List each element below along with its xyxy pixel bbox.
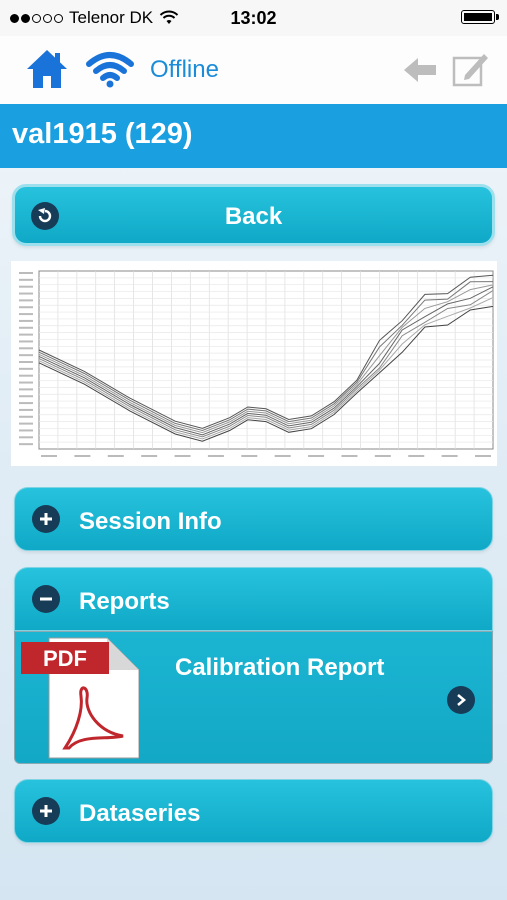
y-tick-label — [19, 443, 33, 446]
section-dataseries[interactable]: Dataseries — [14, 779, 493, 843]
minus-icon — [32, 585, 60, 613]
y-tick-label — [19, 429, 33, 432]
y-tick-label — [19, 367, 33, 370]
y-tick-label — [19, 354, 33, 357]
x-tick-label — [207, 455, 224, 457]
clock: 13:02 — [230, 8, 277, 28]
x-tick-label — [274, 455, 291, 457]
y-tick-label — [19, 278, 33, 281]
y-tick-label — [19, 402, 33, 405]
y-tick-label — [19, 388, 33, 391]
x-tick-label — [41, 455, 57, 457]
back-arrow-icon[interactable] — [402, 56, 438, 84]
connection-status-label: Offline — [150, 56, 219, 83]
home-icon[interactable] — [26, 48, 68, 90]
plus-icon — [32, 505, 60, 533]
battery-icon — [461, 10, 499, 24]
y-tick-label — [19, 340, 33, 343]
y-tick-label — [19, 326, 33, 329]
section-label: Dataseries — [79, 800, 201, 827]
pdf-badge: PDF — [43, 646, 87, 671]
x-tick-label — [341, 455, 358, 457]
plus-icon — [32, 797, 60, 825]
x-tick-label — [308, 455, 325, 457]
y-tick-label — [19, 319, 33, 322]
x-tick-label — [374, 455, 391, 457]
edit-icon[interactable] — [451, 49, 491, 89]
pdf-file-icon: PDF — [21, 637, 139, 759]
x-tick-label — [441, 455, 458, 457]
back-button-label: Back — [224, 203, 283, 230]
x-tick-label — [141, 455, 158, 457]
y-tick-label — [19, 381, 33, 384]
section-label: Reports — [79, 588, 170, 615]
y-tick-label — [19, 333, 33, 336]
y-tick-label — [19, 415, 33, 418]
y-tick-label — [19, 306, 33, 309]
x-tick-label — [107, 455, 124, 457]
y-tick-label — [19, 408, 33, 411]
x-tick-label — [241, 455, 258, 457]
section-reports[interactable]: Reports — [14, 567, 493, 631]
section-label: Session Info — [79, 508, 222, 535]
y-tick-label — [19, 374, 33, 377]
y-tick-label — [19, 299, 33, 302]
y-tick-label — [19, 272, 33, 274]
y-tick-label — [19, 292, 33, 295]
x-tick-label — [475, 455, 491, 457]
chevron-right-icon[interactable] — [447, 686, 475, 714]
x-tick-label — [174, 455, 191, 457]
dataseries-chart — [11, 261, 497, 466]
page-title: val1915 (129) — [12, 118, 193, 150]
y-tick-label — [19, 285, 33, 288]
nav-bar: Offline — [0, 36, 507, 104]
y-tick-label — [19, 395, 33, 398]
report-item-calibration[interactable]: PDF Calibration Report — [14, 631, 493, 764]
wifi-icon[interactable] — [85, 50, 135, 88]
x-tick-label — [74, 455, 91, 457]
x-tick-label — [408, 455, 425, 457]
report-title: Calibration Report — [175, 654, 385, 681]
y-tick-label — [19, 436, 33, 439]
title-bar: val1915 (129) — [0, 104, 507, 168]
y-tick-label — [19, 347, 33, 350]
y-tick-label — [19, 361, 33, 363]
back-button[interactable]: Back — [12, 184, 495, 246]
y-tick-label — [19, 313, 33, 316]
section-session-info[interactable]: Session Info — [14, 487, 493, 551]
y-tick-label — [19, 422, 33, 425]
status-bar: Telenor DK 13:02 — [0, 0, 507, 36]
